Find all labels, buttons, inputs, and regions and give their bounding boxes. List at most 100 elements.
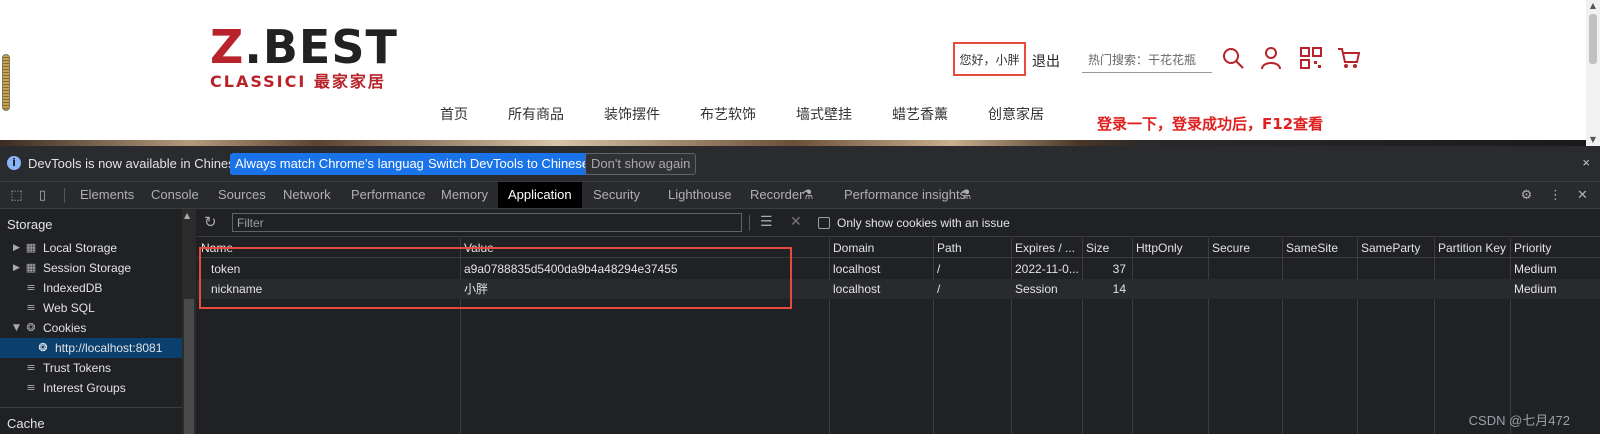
nav-item-creative[interactable]: 创意家居: [988, 104, 1044, 124]
tab-security[interactable]: Security: [585, 182, 648, 208]
annotation-highlight-box: [199, 247, 792, 309]
expand-arrow-icon[interactable]: ▶: [13, 258, 20, 278]
filter-input[interactable]: Filter: [232, 213, 742, 232]
sidebar-scrollbar-thumb[interactable]: [184, 299, 194, 434]
logout-link[interactable]: 退出: [1032, 51, 1060, 71]
cart-icon[interactable]: [1336, 45, 1362, 71]
refresh-icon[interactable]: ↻: [204, 214, 217, 230]
scroll-up-icon[interactable]: ▲: [184, 211, 190, 220]
experiment-flask-icon: ⚗: [801, 188, 814, 203]
site-logo[interactable]: Z.BEST CLASSICI 最家家居: [210, 24, 397, 94]
sidebar-item-trust-tokens[interactable]: ≡ Trust Tokens: [0, 358, 182, 378]
tab-console[interactable]: Console: [143, 182, 207, 208]
tab-elements[interactable]: Elements: [72, 182, 142, 208]
sidebar-item-session-storage[interactable]: ▶ ▦ Session Storage: [0, 258, 182, 278]
logo-best: .BEST: [244, 20, 398, 74]
column-header-priority[interactable]: Priority: [1510, 238, 1600, 258]
page-scrollbar-thumb[interactable]: [1589, 14, 1597, 64]
nav-item-decor[interactable]: 装饰摆件: [604, 104, 660, 124]
match-language-button[interactable]: Always match Chrome's language: [230, 153, 437, 175]
switch-to-chinese-button[interactable]: Switch DevTools to Chinese: [423, 153, 595, 175]
cookie-priority: Medium: [1514, 282, 1557, 296]
column-header-secure[interactable]: Secure: [1208, 238, 1282, 258]
tab-network[interactable]: Network: [275, 182, 339, 208]
cookie-expires: Session: [1015, 282, 1058, 296]
column-header-path[interactable]: Path: [933, 238, 1011, 258]
cookie-path: /: [937, 282, 941, 296]
logo-z: Z: [210, 20, 245, 74]
page-scrollbar[interactable]: ▲ ▼: [1586, 0, 1600, 146]
cache-heading: Cache: [7, 416, 45, 431]
device-toolbar-icon[interactable]: ▯: [35, 188, 50, 203]
clear-all-cookies-icon[interactable]: ☰: [760, 214, 773, 230]
cookie-path: /: [937, 262, 941, 276]
scroll-up-icon[interactable]: ▲: [1588, 1, 1598, 11]
inspect-element-icon[interactable]: ⬚: [9, 188, 24, 203]
sidebar-scrollbar[interactable]: ▲: [182, 209, 196, 434]
sidebar-item-localhost-8081[interactable]: ❂ http://localhost:8081: [0, 338, 182, 358]
cookie-icon: ❂: [26, 321, 36, 334]
scroll-down-icon[interactable]: ▼: [1588, 135, 1598, 145]
delete-selected-icon[interactable]: ✕: [790, 214, 802, 230]
nav-item-candle[interactable]: 蜡艺香薰: [892, 104, 948, 124]
section-divider: [0, 407, 182, 408]
toolbar-divider: [64, 188, 65, 203]
qrcode-icon[interactable]: [1298, 45, 1324, 71]
application-sidebar: Storage ▶ ▦ Local Storage ▶ ▦ Session St…: [0, 209, 184, 434]
nav-item-fabric[interactable]: 布艺软饰: [700, 104, 756, 124]
column-header-sameparty[interactable]: SameParty: [1357, 238, 1434, 258]
cookie-httponly: [1132, 259, 1208, 279]
column-header-expires[interactable]: Expires / ...: [1011, 238, 1082, 258]
sidebar-item-cookies[interactable]: ▼ ❂ Cookies: [0, 318, 182, 338]
close-icon[interactable]: ×: [1582, 155, 1590, 170]
user-icon[interactable]: [1258, 45, 1284, 71]
sidebar-item-label: Web SQL: [43, 301, 95, 315]
column-header-partition-key[interactable]: Partition Key: [1434, 238, 1510, 258]
tab-performance[interactable]: Performance: [343, 182, 433, 208]
page-scroll-handle[interactable]: [2, 54, 10, 111]
database-icon: ≡: [26, 361, 36, 374]
sidebar-item-indexeddb[interactable]: ≡ IndexedDB: [0, 278, 182, 298]
sidebar-item-interest-groups[interactable]: ≡ Interest Groups: [0, 378, 182, 398]
tab-lighthouse[interactable]: Lighthouse: [660, 182, 740, 208]
cookie-secure: [1208, 259, 1282, 279]
infobar-text: DevTools is now available in Chinese!: [28, 156, 246, 171]
collapse-arrow-icon[interactable]: ▼: [13, 318, 20, 338]
cookie-httponly: [1132, 279, 1208, 299]
cookies-panel: ↻ Filter ☰ ✕ Only show cookies with an i…: [197, 209, 1600, 434]
grid-icon: ▦: [25, 241, 37, 254]
cookie-domain: localhost: [833, 262, 881, 276]
cookie-secure: [1208, 279, 1282, 299]
close-devtools-icon[interactable]: ✕: [1575, 188, 1590, 203]
storage-heading: Storage: [7, 217, 53, 232]
hot-search-input[interactable]: 热门搜索：干花花瓶: [1082, 47, 1212, 73]
expand-arrow-icon[interactable]: ▶: [13, 238, 20, 258]
tab-memory[interactable]: Memory: [433, 182, 496, 208]
search-icon[interactable]: [1220, 45, 1246, 71]
nav-item-wall[interactable]: 墙式壁挂: [796, 104, 852, 124]
tab-sources[interactable]: Sources: [210, 182, 274, 208]
settings-gear-icon[interactable]: ⚙: [1519, 188, 1534, 203]
dont-show-again-button[interactable]: Don't show again: [585, 153, 697, 175]
column-header-httponly[interactable]: HttpOnly: [1132, 238, 1208, 258]
only-issues-checkbox[interactable]: [818, 217, 830, 229]
cookie-priority: Medium: [1514, 262, 1557, 276]
column-header-size[interactable]: Size: [1082, 238, 1132, 258]
nav-item-home[interactable]: 首页: [440, 104, 468, 124]
tab-performance-insights[interactable]: Performance insights: [836, 182, 974, 208]
cookie-samesite: [1282, 259, 1357, 279]
watermark: CSDN @七月472: [1468, 413, 1570, 428]
cookie-partition-key: [1434, 259, 1510, 279]
sidebar-item-label: Trust Tokens: [43, 361, 112, 375]
cookie-domain: localhost: [833, 282, 881, 296]
sidebar-item-local-storage[interactable]: ▶ ▦ Local Storage: [0, 238, 182, 258]
database-icon: ≡: [26, 381, 36, 394]
info-icon: i: [7, 156, 21, 170]
column-header-samesite[interactable]: SameSite: [1282, 238, 1357, 258]
more-options-icon[interactable]: ⋮: [1548, 188, 1563, 203]
tab-application[interactable]: Application: [498, 182, 582, 208]
column-header-domain[interactable]: Domain: [829, 238, 933, 258]
sidebar-item-web-sql[interactable]: ≡ Web SQL: [0, 298, 182, 318]
nav-item-all-products[interactable]: 所有商品: [508, 104, 564, 124]
user-greeting: 您好，小胖: [953, 42, 1026, 76]
